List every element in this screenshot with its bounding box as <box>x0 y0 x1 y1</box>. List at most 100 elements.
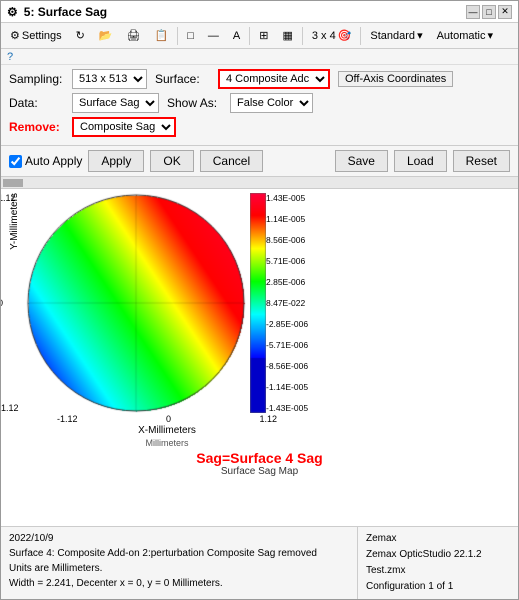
info-date: 2022/10/9 <box>9 531 349 546</box>
surface-label: Surface: <box>155 72 210 86</box>
x-ticks: -1.12 0 1.12 <box>57 414 277 424</box>
info-file: Test.zmx <box>366 563 510 579</box>
y-ticks: 1.12 0 -1.12 <box>1 193 19 413</box>
layout-button[interactable]: 3 x 4 🎯 <box>307 27 357 44</box>
cancel-button[interactable]: Cancel <box>200 150 263 172</box>
window-icon: ⚙ <box>7 5 18 19</box>
x-tick-left: -1.12 <box>57 414 78 424</box>
chart-title: Sag=Surface 4 Sag <box>196 450 322 466</box>
load-button[interactable]: Load <box>394 150 447 172</box>
legend-labels: 1.43E-005 1.14E-005 8.56E-006 5.71E-006 … <box>266 193 308 413</box>
window-title: 5: Surface Sag <box>24 5 107 19</box>
auto-apply-checkbox[interactable] <box>9 155 22 168</box>
main-window: ⚙ 5: Surface Sag — □ ✕ ⚙ Settings ↻ 📂 🖨 … <box>0 0 519 600</box>
info-width: Width = 2.241, Decenter x = 0, y = 0 Mil… <box>9 576 349 591</box>
y-tick-top: 1.12 <box>1 193 19 203</box>
legend-wrapper: 1.43E-005 1.14E-005 8.56E-006 5.71E-006 … <box>250 193 308 413</box>
chart-area: Y-Millimeters 1.12 0 -1.12 <box>1 189 518 526</box>
minimize-button[interactable]: — <box>466 5 480 19</box>
sampling-label: Sampling: <box>9 72 64 86</box>
grid-button[interactable]: ⊞ <box>254 27 273 44</box>
info-left: 2022/10/9 Surface 4: Composite Add-on 2:… <box>1 527 358 599</box>
separator3 <box>302 27 303 45</box>
y-tick-bot: -1.12 <box>1 403 19 413</box>
showas-select[interactable]: False Color <box>230 93 313 113</box>
target-icon: 🎯 <box>338 29 352 42</box>
legend-val-2: 8.56E-006 <box>266 235 308 245</box>
settings-row-3: Remove: Composite Sag <box>9 117 510 137</box>
surface-select[interactable]: 4 Composite Adc <box>218 69 330 89</box>
info-zemax: Zemax <box>366 531 510 547</box>
offaxis-button[interactable]: Off-Axis Coordinates <box>338 71 453 87</box>
standard-dropdown[interactable]: Standard▾ <box>365 27 427 44</box>
x-tick-right: 1.12 <box>260 414 278 424</box>
title-bar-controls: — □ ✕ <box>466 5 512 19</box>
maximize-button[interactable]: □ <box>482 5 496 19</box>
settings-button[interactable]: ⚙ Settings <box>5 27 67 44</box>
chart-canvas-wrapper: 1.12 0 -1.12 <box>26 193 246 413</box>
legend-val-6: -2.85E-006 <box>266 319 308 329</box>
info-config: Configuration 1 of 1 <box>366 579 510 595</box>
chart-wrapper: Y-Millimeters 1.12 0 -1.12 <box>9 193 510 448</box>
sampling-select[interactable]: 513 x 513 <box>72 69 147 89</box>
chart-canvas <box>26 193 246 413</box>
data-select[interactable]: Surface Sag <box>72 93 159 113</box>
offaxis-label: Off-Axis Coordinates <box>345 73 446 85</box>
legend-bar <box>250 193 266 413</box>
print-button[interactable]: 🖨 <box>122 27 146 44</box>
help-icon: ? <box>7 51 13 63</box>
reset-button[interactable]: Reset <box>453 150 510 172</box>
text-button[interactable]: A <box>228 28 245 44</box>
layout-label: 3 x 4 <box>312 30 336 42</box>
settings-row-2: Data: Surface Sag Show As: False Color <box>9 93 510 113</box>
legend-val-1: 1.14E-005 <box>266 214 308 224</box>
settings-panel: Sampling: 513 x 513 Surface: 4 Composite… <box>1 65 518 146</box>
chart-inner: 1.12 0 -1.12 1.43E-005 1.14E-005 8.56E-0… <box>26 193 308 448</box>
auto-apply-label[interactable]: Auto Apply <box>9 154 82 168</box>
save-button[interactable]: Save <box>335 150 388 172</box>
legend-val-3: 5.71E-006 <box>266 256 308 266</box>
automatic-label: Automatic <box>437 30 486 42</box>
remove-select[interactable]: Composite Sag <box>72 117 176 137</box>
legend-unit: Millimeters <box>146 438 189 448</box>
legend-val-7: -5.71E-006 <box>266 340 308 350</box>
auto-apply-text: Auto Apply <box>25 154 82 168</box>
legend-val-4: 2.85E-006 <box>266 277 308 287</box>
automatic-dropdown[interactable]: Automatic▾ <box>432 27 498 44</box>
remove-label: Remove: <box>9 120 64 134</box>
legend-val-0: 1.43E-005 <box>266 193 308 203</box>
legend-val-10: -1.43E-005 <box>266 403 308 413</box>
btn-group-right: Save Load Reset <box>335 150 510 172</box>
x-tick-mid: 0 <box>166 414 171 424</box>
gear-icon: ⚙ <box>10 29 20 42</box>
info-right: Zemax Zemax OpticStudio 22.1.2 Test.zmx … <box>358 527 518 599</box>
draw-rect-button[interactable]: □ <box>182 28 199 44</box>
legend-val-5: 8.47E-022 <box>266 298 308 308</box>
info-bar: 2022/10/9 Surface 4: Composite Add-on 2:… <box>1 526 518 599</box>
standard-label: Standard <box>370 30 415 42</box>
chart-button[interactable]: ▦ <box>277 27 297 44</box>
showas-label: Show As: <box>167 96 222 110</box>
scroll-area[interactable] <box>1 177 518 189</box>
close-button[interactable]: ✕ <box>498 5 512 19</box>
settings-row-1: Sampling: 513 x 513 Surface: 4 Composite… <box>9 69 510 89</box>
info-surface: Surface 4: Composite Add-on 2:perturbati… <box>9 546 349 561</box>
copy-button[interactable]: 📋 <box>150 27 174 44</box>
title-bar-left: ⚙ 5: Surface Sag <box>7 5 107 19</box>
refresh-button[interactable]: ↻ <box>71 27 90 44</box>
separator1 <box>177 27 178 45</box>
line-button[interactable]: — <box>203 28 224 44</box>
scroll-thumb[interactable] <box>3 179 23 187</box>
info-version: Zemax OpticStudio 22.1.2 <box>366 547 510 563</box>
separator4 <box>360 27 361 45</box>
ok-button[interactable]: OK <box>150 150 193 172</box>
toolbar: ⚙ Settings ↻ 📂 🖨 📋 □ — A ⊞ ▦ 3 x 4 🎯 Sta… <box>1 23 518 49</box>
y-tick-mid: 0 <box>1 298 19 308</box>
chart-with-legend: 1.12 0 -1.12 1.43E-005 1.14E-005 8.56E-0… <box>26 193 308 413</box>
help-row[interactable]: ? <box>1 49 518 65</box>
open-button[interactable]: 📂 <box>94 27 118 44</box>
title-bar: ⚙ 5: Surface Sag — □ ✕ <box>1 1 518 23</box>
data-label: Data: <box>9 96 64 110</box>
chart-subtitle: Surface Sag Map <box>221 466 298 477</box>
apply-button[interactable]: Apply <box>88 150 144 172</box>
